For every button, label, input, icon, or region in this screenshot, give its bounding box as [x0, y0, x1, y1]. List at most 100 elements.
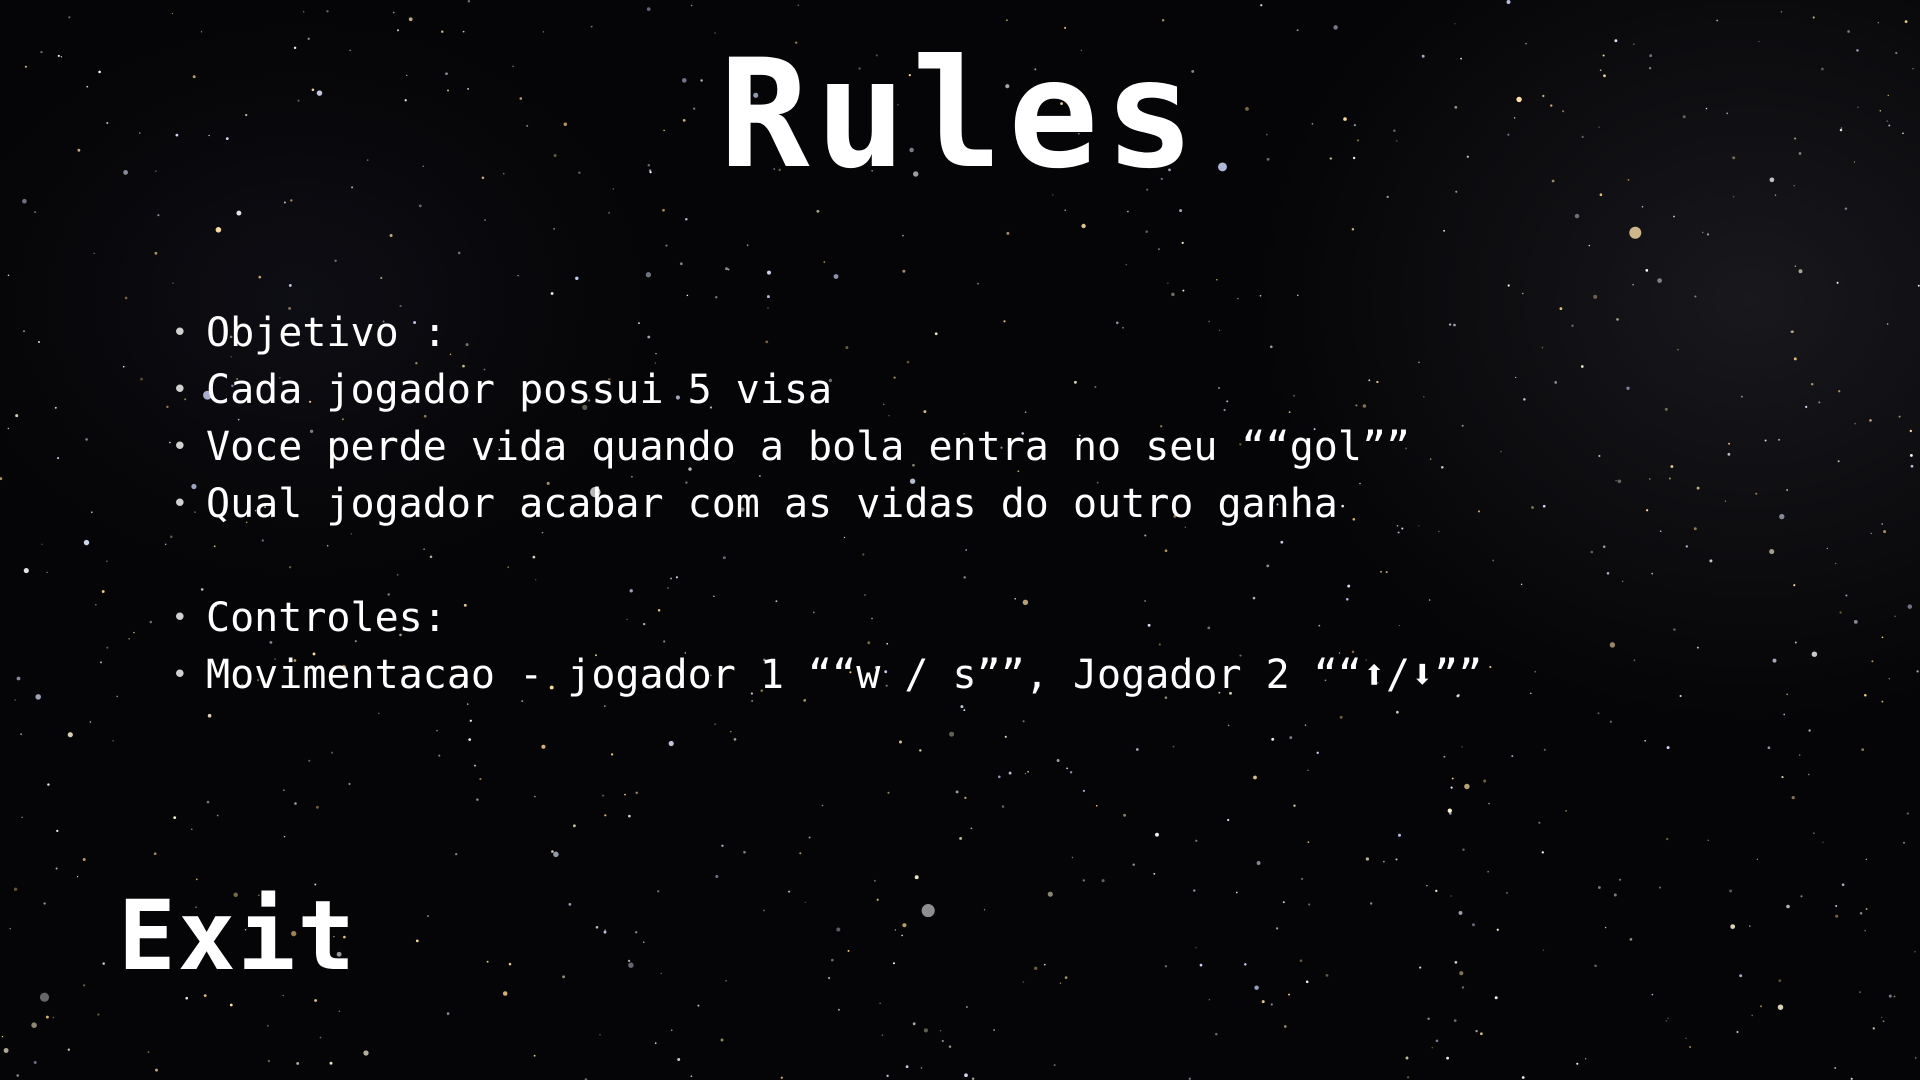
star: [102, 962, 105, 965]
star: [654, 1042, 657, 1045]
star: [902, 923, 907, 928]
control-text: Movimentacao - jogador 1 ““w / s””, Joga…: [206, 652, 1483, 698]
star: [628, 814, 631, 818]
star: [1844, 207, 1848, 210]
star: [1475, 1029, 1478, 1033]
star: [418, 204, 422, 208]
star: [780, 1076, 783, 1079]
star: [329, 1061, 333, 1065]
star: [67, 1048, 70, 1051]
star: [1841, 883, 1845, 886]
star: [1590, 550, 1594, 554]
star: [1427, 1017, 1430, 1020]
star: [1606, 571, 1610, 575]
star: [122, 365, 125, 368]
exit-button[interactable]: Exit: [118, 888, 357, 984]
star: [52, 1016, 55, 1019]
star: [1459, 971, 1464, 976]
star: [1609, 720, 1613, 723]
star: [670, 1029, 673, 1032]
star: [912, 1022, 916, 1026]
star: [899, 740, 902, 744]
star: [1541, 346, 1544, 349]
star: [1299, 959, 1303, 962]
star: [1864, 929, 1866, 932]
control-item: • Controles:: [170, 590, 1482, 647]
star: [923, 1028, 928, 1033]
star: [1275, 927, 1279, 930]
star: [89, 721, 92, 723]
star: [766, 295, 770, 299]
star: [236, 210, 242, 216]
star: [100, 661, 102, 664]
star: [1538, 821, 1541, 824]
star: [1171, 292, 1175, 297]
star: [1670, 465, 1674, 468]
star: [438, 754, 441, 757]
star: [1838, 390, 1841, 393]
star: [1027, 770, 1029, 773]
star: [283, 201, 286, 204]
star: [1282, 901, 1285, 904]
star: [290, 199, 293, 202]
star: [106, 560, 108, 563]
star: [90, 511, 93, 514]
star: [22, 198, 27, 204]
star: [1022, 981, 1025, 983]
star: [1881, 636, 1884, 639]
star: [1864, 693, 1867, 697]
star: [1494, 996, 1498, 1000]
star: [1435, 889, 1438, 893]
star: [95, 604, 97, 606]
star: [662, 208, 665, 212]
star: [124, 296, 128, 300]
star: [1426, 884, 1428, 887]
star: [568, 903, 572, 906]
star: [1450, 786, 1453, 789]
star: [149, 620, 153, 624]
star: [948, 1045, 952, 1048]
star: [1208, 998, 1211, 1001]
rule-item: • Objetivo :: [170, 305, 1482, 362]
star: [1064, 209, 1067, 212]
star: [1859, 912, 1863, 915]
star: [164, 543, 167, 546]
star: [1585, 1058, 1587, 1060]
star: [1004, 735, 1007, 738]
star: [13, 887, 18, 891]
star: [363, 1050, 369, 1056]
star: [534, 795, 536, 798]
star: [1530, 692, 1532, 695]
control-item: • Movimentacao - jogador 1 ““w / s””, Jog…: [170, 647, 1482, 704]
star: [902, 269, 906, 273]
star: [1259, 294, 1262, 297]
star: [1881, 700, 1884, 703]
star: [1480, 1032, 1483, 1036]
star: [1167, 282, 1169, 284]
star: [1565, 809, 1568, 812]
star: [1685, 1037, 1687, 1039]
star: [1005, 19, 1008, 22]
star: [1677, 348, 1679, 351]
control-text: Controles:: [206, 595, 447, 641]
star: [1749, 925, 1751, 927]
star: [808, 836, 811, 839]
star: [1810, 382, 1814, 386]
star: [836, 927, 841, 932]
star: [881, 1034, 884, 1036]
star: [1520, 583, 1523, 586]
star: [1645, 269, 1649, 272]
star: [1689, 1046, 1691, 1048]
star: [1626, 386, 1630, 390]
star: [1853, 620, 1858, 624]
star: [1893, 995, 1896, 998]
star: [1739, 974, 1743, 978]
star: [743, 850, 746, 854]
star: [1880, 1016, 1883, 1019]
star: [1496, 928, 1499, 931]
star: [1617, 479, 1622, 484]
star: [1759, 1005, 1763, 1008]
star: [1818, 401, 1821, 404]
star: [1308, 903, 1311, 906]
star: [82, 858, 86, 861]
